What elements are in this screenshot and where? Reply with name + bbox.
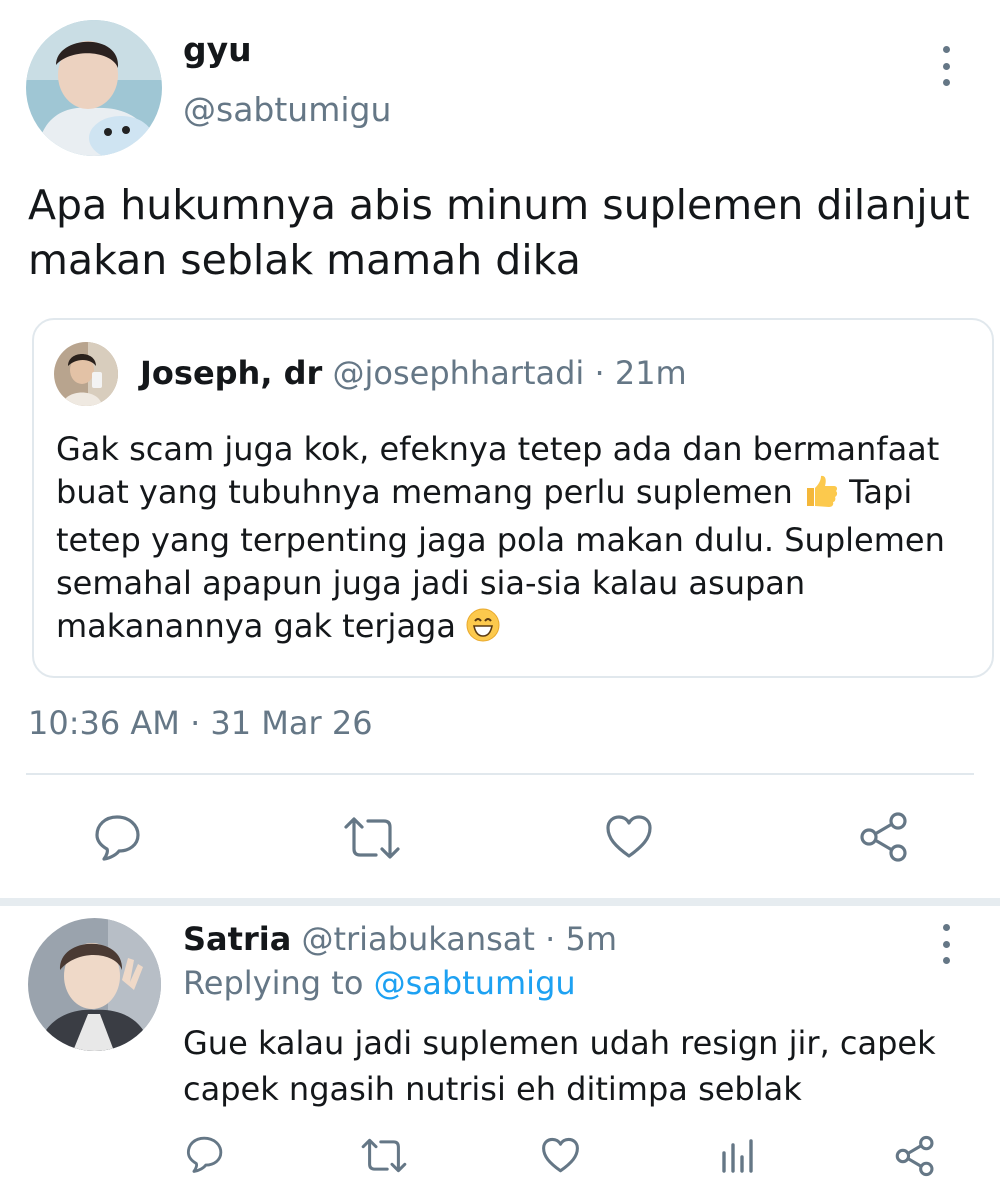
retweet-icon[interactable] <box>360 1137 408 1174</box>
quoted-author-avatar[interactable] <box>54 342 118 406</box>
main-author-handle[interactable]: @sabtumigu <box>183 90 391 129</box>
reply-author-avatar[interactable] <box>28 918 161 1051</box>
section-divider <box>0 898 1000 906</box>
replying-to-label: Replying to <box>183 964 374 1002</box>
reply-time[interactable]: 5m <box>565 920 617 958</box>
main-tweet-text: Apa hukumnya abis minum suplemen dilanju… <box>28 181 970 284</box>
quoted-separator: · <box>584 354 615 392</box>
reply-author-name[interactable]: Satria <box>183 920 291 958</box>
main-author-name[interactable]: gyu <box>183 30 252 69</box>
retweet-icon[interactable] <box>342 815 402 861</box>
quoted-time[interactable]: 21m <box>615 354 687 392</box>
heart-icon[interactable] <box>605 814 653 860</box>
replying-to-handle[interactable]: @sabtumigu <box>374 964 576 1002</box>
quoted-tweet-card[interactable]: Joseph, dr @josephhartadi · 21m Gak scam… <box>32 318 994 678</box>
reply-icon[interactable] <box>185 1135 225 1173</box>
reply-tweet-header: Satria @triabukansat · 5m <box>183 920 617 958</box>
reply-author-handle[interactable]: @triabukansat <box>301 920 534 958</box>
thumbs-up-emoji <box>803 474 839 519</box>
divider <box>26 773 974 775</box>
share-icon[interactable] <box>858 811 910 863</box>
heart-icon[interactable] <box>541 1137 580 1174</box>
reply-separator: · <box>534 920 566 958</box>
quoted-author-name[interactable]: Joseph, dr <box>140 354 322 392</box>
replying-to-line: Replying to @sabtumigu <box>183 964 576 1002</box>
main-author-avatar[interactable] <box>26 20 162 156</box>
more-vertical-icon[interactable] <box>934 924 958 964</box>
quoted-author-handle[interactable]: @josephhartadi <box>332 354 584 392</box>
quoted-tweet-text: Gak scam juga kok, efeknya tetep ada dan… <box>56 428 976 653</box>
quoted-tweet-header: Joseph, dr @josephhartadi · 21m <box>140 354 687 392</box>
analytics-icon[interactable] <box>720 1139 756 1173</box>
reply-tweet-text: Gue kalau jadi suplemen udah resign jir,… <box>183 1024 936 1108</box>
tweet-timestamp[interactable]: 10:36 AM · 31 Mar 26 <box>28 704 373 742</box>
more-vertical-icon[interactable] <box>934 46 958 86</box>
grinning-face-emoji <box>466 608 500 653</box>
reply-icon[interactable] <box>93 813 143 861</box>
share-icon[interactable] <box>894 1135 936 1177</box>
